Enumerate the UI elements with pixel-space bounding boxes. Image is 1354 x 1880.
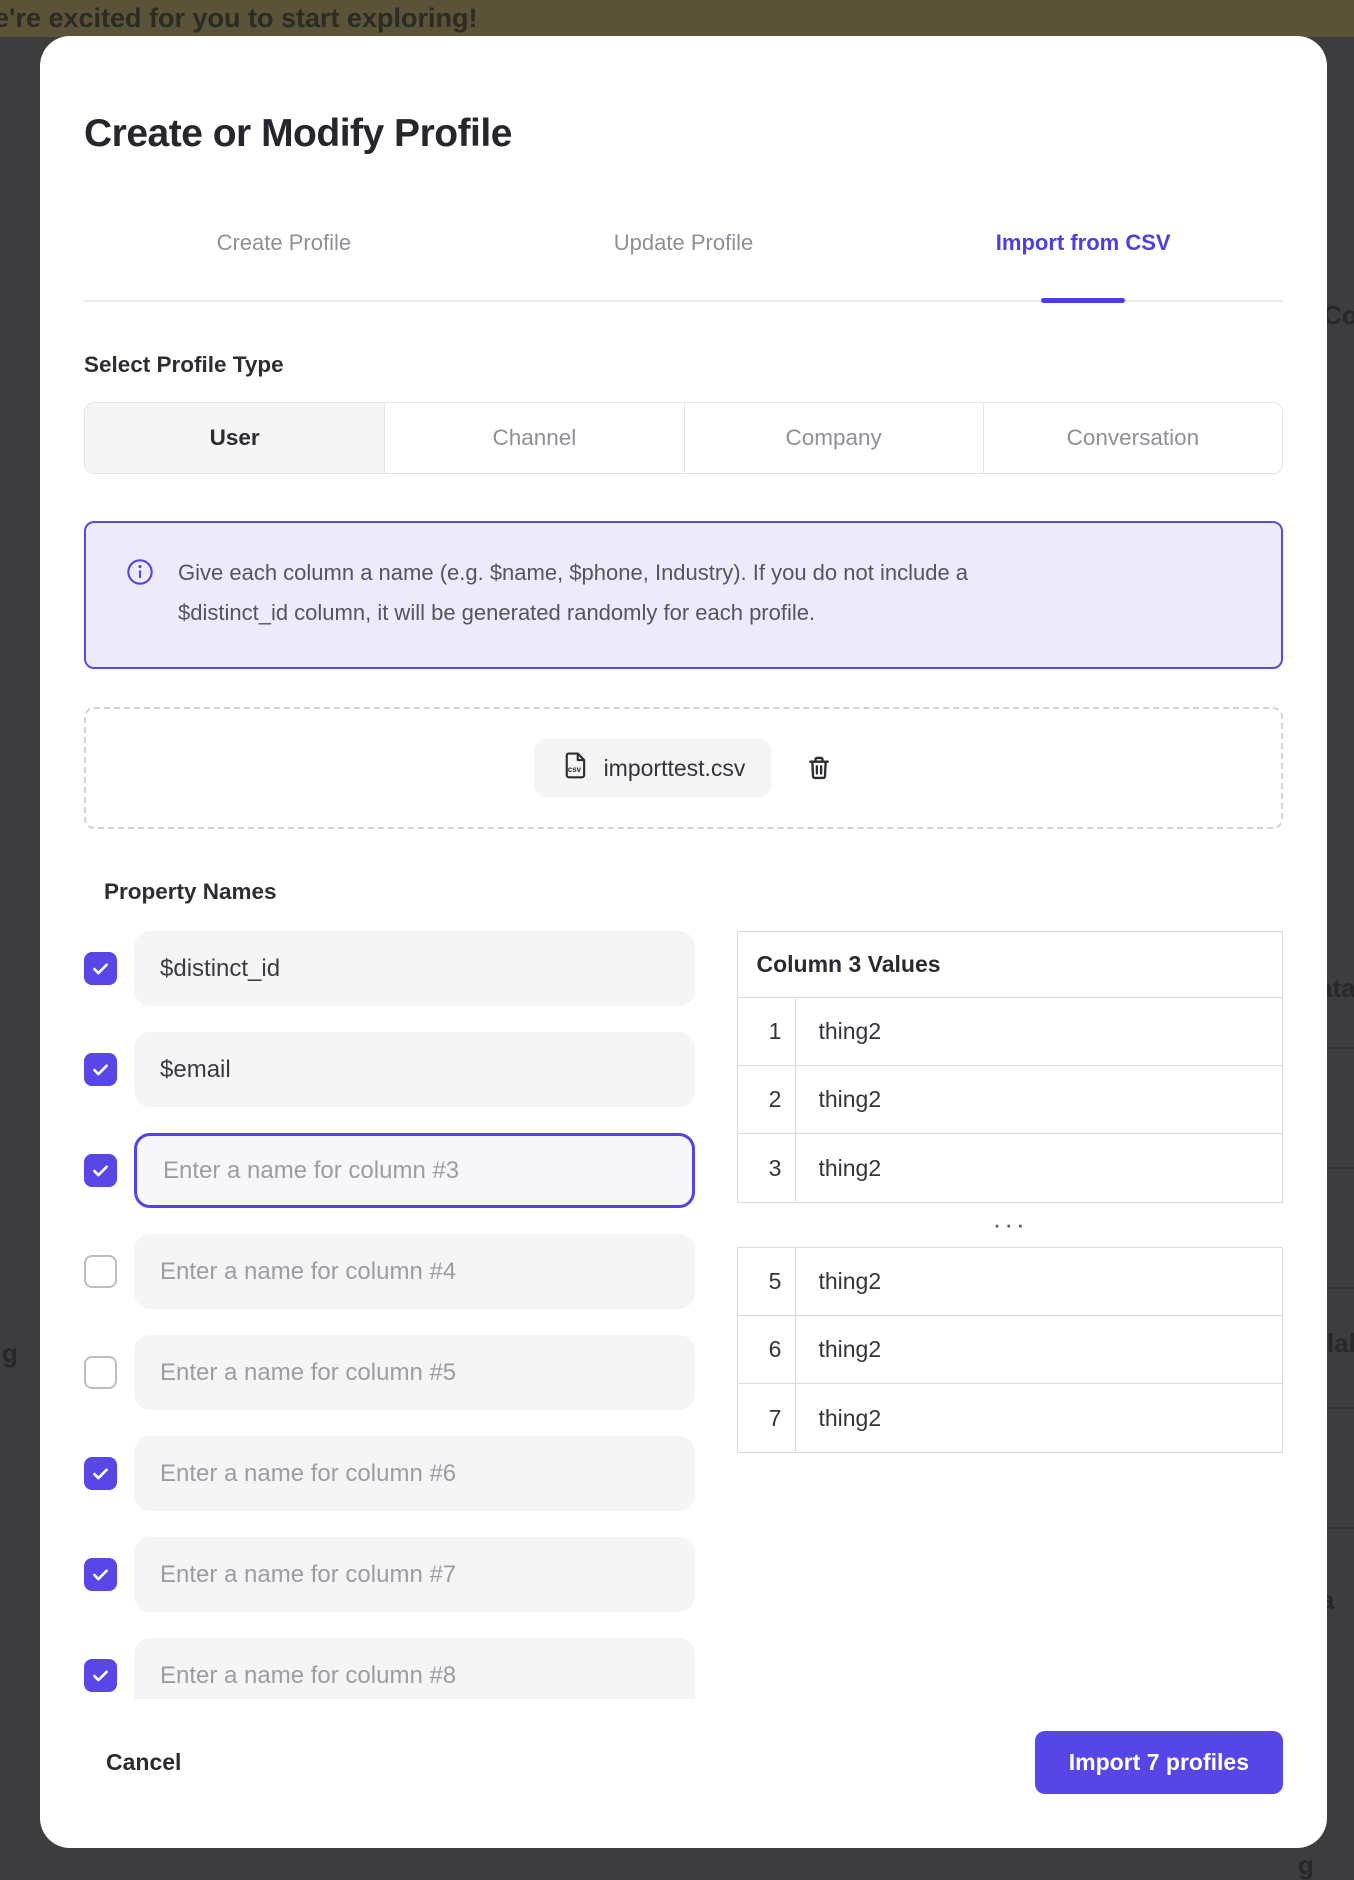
import-profiles-button[interactable]: Import 7 profiles: [1035, 1731, 1283, 1794]
property-rows-list: [84, 931, 695, 1699]
column-5-name-input[interactable]: [134, 1335, 695, 1410]
table-row: 2 thing2: [738, 1066, 1282, 1134]
row-value: thing2: [796, 998, 881, 1065]
background-row-divider: [1327, 1527, 1354, 1529]
svg-text:csv: csv: [567, 765, 581, 774]
background-row-divider: [1327, 1287, 1354, 1289]
column-1-name-input[interactable]: [134, 931, 695, 1006]
row-value: thing2: [796, 1248, 881, 1315]
background-banner: e're excited for you to start exploring!: [0, 0, 1354, 37]
column-7-name-input[interactable]: [134, 1537, 695, 1612]
background-row-divider: [1327, 1167, 1354, 1169]
property-names-label: Property Names: [104, 879, 1283, 905]
dialog-title: Create or Modify Profile: [84, 112, 1283, 156]
profile-type-user[interactable]: User: [85, 403, 384, 473]
info-icon: [126, 558, 154, 633]
properties-and-values: Column 3 Values 1 thing2 2 thing2 3 thin…: [84, 931, 1283, 1699]
profile-type-segmented-control: User Channel Company Conversation: [84, 402, 1283, 474]
column-values-preview: Column 3 Values 1 thing2 2 thing2 3 thin…: [737, 931, 1283, 1453]
table-row: 3 thing2: [738, 1134, 1282, 1202]
column-1-checkbox[interactable]: [84, 952, 117, 985]
rows-ellipsis: ···: [737, 1209, 1283, 1239]
property-row-4: [84, 1234, 695, 1309]
row-value: thing2: [796, 1134, 881, 1202]
select-profile-type-label: Select Profile Type: [84, 352, 1283, 378]
profile-type-company[interactable]: Company: [684, 403, 983, 473]
property-row-5: [84, 1335, 695, 1410]
column-8-checkbox[interactable]: [84, 1659, 117, 1692]
table-row: 1 thing2: [738, 998, 1282, 1066]
background-text-fragment: g: [1298, 1850, 1314, 1880]
property-row-6: [84, 1436, 695, 1511]
info-text-line2: $distinct_id column, it will be generate…: [178, 593, 968, 633]
csv-drop-zone[interactable]: csv importtest.csv: [84, 707, 1283, 829]
property-row-8: [84, 1638, 695, 1699]
dialog-tabs: Create Profile Update Profile Import fro…: [84, 230, 1283, 302]
column-naming-info-box: Give each column a name (e.g. $name, $ph…: [84, 521, 1283, 669]
column-values-header: Column 3 Values: [738, 932, 1282, 998]
column-6-checkbox[interactable]: [84, 1457, 117, 1490]
column-4-name-input[interactable]: [134, 1234, 695, 1309]
create-or-modify-profile-dialog: Create or Modify Profile Create Profile …: [40, 36, 1327, 1848]
column-8-name-input[interactable]: [134, 1638, 695, 1699]
tab-update-profile[interactable]: Update Profile: [484, 230, 884, 256]
column-3-checkbox[interactable]: [84, 1154, 117, 1187]
column-5-checkbox[interactable]: [84, 1356, 117, 1389]
row-index: 3: [738, 1134, 796, 1202]
property-row-7: [84, 1537, 695, 1612]
column-4-checkbox[interactable]: [84, 1255, 117, 1288]
column-values-table-bottom: 5 thing2 6 thing2 7 thing2: [737, 1247, 1283, 1453]
background-text-fragment: g: [2, 1338, 18, 1369]
property-row-2: [84, 1032, 695, 1107]
csv-file-icon: csv: [560, 750, 590, 786]
uploaded-file-chip: csv importtest.csv: [534, 739, 772, 797]
background-row-divider: [1327, 1407, 1354, 1409]
remove-file-button[interactable]: [805, 754, 833, 782]
row-index: 6: [738, 1316, 796, 1383]
column-3-name-input[interactable]: [134, 1133, 695, 1208]
table-row: 5 thing2: [738, 1248, 1282, 1316]
checkmark-icon: [90, 1160, 111, 1181]
checkmark-icon: [90, 1564, 111, 1585]
background-text-fragment: Col: [1323, 300, 1354, 331]
profile-type-conversation[interactable]: Conversation: [983, 403, 1282, 473]
row-index: 1: [738, 998, 796, 1065]
background-banner-text: e're excited for you to start exploring!: [0, 3, 478, 33]
column-7-checkbox[interactable]: [84, 1558, 117, 1591]
table-row: 7 thing2: [738, 1384, 1282, 1452]
checkmark-icon: [90, 1665, 111, 1686]
cancel-button[interactable]: Cancel: [106, 1749, 181, 1776]
tab-create-profile[interactable]: Create Profile: [84, 230, 484, 256]
checkmark-icon: [90, 1463, 111, 1484]
table-row: 6 thing2: [738, 1316, 1282, 1384]
checkmark-icon: [90, 1059, 111, 1080]
trash-icon: [805, 754, 833, 782]
row-value: thing2: [796, 1316, 881, 1383]
column-2-name-input[interactable]: [134, 1032, 695, 1107]
uploaded-file-name: importtest.csv: [604, 755, 746, 782]
info-text-line1: Give each column a name (e.g. $name, $ph…: [178, 553, 968, 593]
row-value: thing2: [796, 1066, 881, 1133]
dialog-footer: Cancel Import 7 profiles: [84, 1731, 1283, 1794]
row-index: 2: [738, 1066, 796, 1133]
profile-type-channel[interactable]: Channel: [384, 403, 683, 473]
background-row-divider: [1327, 1047, 1354, 1049]
info-text: Give each column a name (e.g. $name, $ph…: [178, 553, 968, 633]
row-value: thing2: [796, 1384, 881, 1452]
tab-import-from-csv[interactable]: Import from CSV: [883, 230, 1283, 256]
column-6-name-input[interactable]: [134, 1436, 695, 1511]
column-values-table-top: Column 3 Values 1 thing2 2 thing2 3 thin…: [737, 931, 1283, 1203]
checkmark-icon: [90, 958, 111, 979]
active-tab-indicator: [1041, 298, 1125, 303]
column-2-checkbox[interactable]: [84, 1053, 117, 1086]
background-text-fragment: lab: [1327, 1328, 1354, 1359]
row-index: 7: [738, 1384, 796, 1452]
property-row-3: [84, 1133, 695, 1208]
row-index: 5: [738, 1248, 796, 1315]
property-row-1: [84, 931, 695, 1006]
